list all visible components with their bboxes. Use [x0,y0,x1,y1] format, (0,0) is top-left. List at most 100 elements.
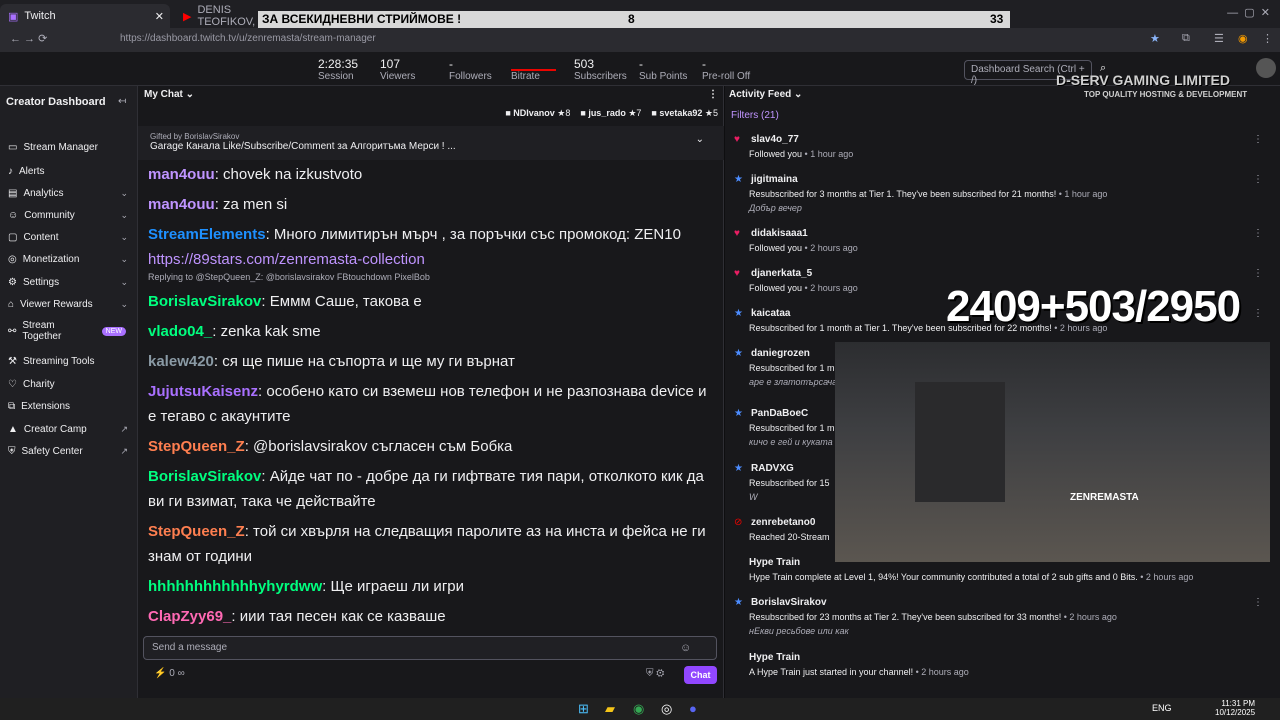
more-icon[interactable]: ⋮ [708,89,718,100]
activity-desc-text: Resubscribed for 1 m [749,363,835,373]
windows-start-icon[interactable]: ⊞ [578,701,589,717]
sidebar-item-extensions[interactable]: ⧉ Extensions [8,397,132,415]
sidebar-item-community[interactable]: ☺ Community ⌄ [8,206,132,224]
badge-icon: ⊘ [734,517,743,528]
settings-icon[interactable]: ⛨ ⚙ [646,668,664,679]
sidebar-item-stream-together[interactable]: ⚯ Stream Together NEW [8,318,132,344]
window-controls[interactable]: — ▢ ✕ [1227,6,1270,19]
sidebar-item-stream-manager[interactable]: ▭ Stream Manager [8,138,132,156]
sidepanel-icon[interactable]: ☰ [1214,32,1224,45]
chat-link[interactable]: https://89stars.com/zenremasta-collectio… [148,251,425,268]
close-icon[interactable]: ✕ [155,10,164,23]
chat-message: man4ouu: chovek na izkustvoto [148,162,718,187]
chat-text: Много лимитирън мърч , за поръчки със пр… [273,226,681,243]
activity-item[interactable]: ♥ slav4o_77 Followed you • 1 hour ago ⋮ [734,134,1263,159]
heart-icon: ♥ [734,268,740,279]
chat-username[interactable]: StreamElements [148,226,266,243]
pinned-user[interactable]: ■ NDIvanov ★8 [505,108,570,122]
sidebar-item-safety-center[interactable]: ⛨ Safety Center ↗ [8,442,132,460]
coin-icon: ◎ [8,253,17,265]
chat-username[interactable]: BorislavSirakov [148,293,261,310]
chat-username[interactable]: hhhhhhhhhhhhyhyrdww [148,578,322,595]
activity-title[interactable]: Activity Feed ⌄ [729,89,802,100]
activity-item[interactable]: ★ BorislavSirakov Resubscribed for 23 mont… [734,597,1263,636]
chart-icon: ▤ [8,187,18,199]
activity-time: 2 hours ago [810,283,858,293]
separator: : [213,353,223,370]
nav-arrows-icon[interactable]: ← → ⟳ [10,32,47,45]
sidebar-item-viewer-rewards[interactable]: ⌂ Viewer Rewards ⌄ [8,295,132,313]
extensions-icon[interactable]: ⧉ [1182,32,1190,45]
clock[interactable]: 11:31 PM 10/12/2025 [1215,699,1255,717]
file-explorer-icon[interactable]: ▰ [605,701,615,717]
charity-icon: ♡ [8,378,17,390]
url-text[interactable]: https://dashboard.twitch.tv/u/zenremasta… [120,33,376,44]
chat-username[interactable]: StepQueen_Z [148,438,245,455]
activity-item[interactable]: ♥ didakisaaa1 Followed you • 2 hours ago ⋮ [734,228,1263,253]
pinned-user[interactable]: ■ jus_rado ★7 [580,108,641,122]
activity-name[interactable]: jigitmaina [751,174,1255,185]
star-icon[interactable]: ★ [1150,32,1160,45]
chevron-down-icon[interactable]: ⌄ [696,134,704,145]
chat-username[interactable]: StepQueen_Z [148,523,245,540]
sidebar-item-settings[interactable]: ⚙ Settings ⌄ [8,273,132,291]
more-icon[interactable]: ⋮ [1253,134,1263,145]
tab-denis[interactable]: ▶ DENIS TEOFIKOV, [175,4,255,28]
chat-username[interactable]: kalew420 [148,353,214,370]
people-icon: ☺ [8,209,19,221]
sidebar-item-alerts[interactable]: ♪ Alerts [8,162,132,180]
activity-desc-text: Resubscribed for 3 months at Tier 1. The… [749,189,1057,199]
chat-text: Ще играеш ли игри [330,578,465,595]
obs-icon[interactable]: ◎ [661,701,672,717]
chat-username[interactable]: vlado04_ [148,323,212,340]
avatar[interactable] [1256,58,1276,78]
sidebar-item-creator-camp[interactable]: ▲ Creator Camp ↗ [8,420,132,438]
activity-name[interactable]: slav4o_77 [751,134,1255,145]
chat-username[interactable]: ClapZyy69_ [148,608,231,625]
language-indicator[interactable]: ENG [1152,703,1172,713]
activity-description: Hype Train complete at Level 1, 94%! You… [749,572,1255,582]
discord-icon[interactable]: ● [689,701,697,716]
chat-username[interactable]: man4ouu [148,166,215,183]
message-input[interactable]: Send a message [143,636,717,660]
sidebar-item-monetization[interactable]: ◎ Monetization ⌄ [8,250,132,268]
tab-twitch[interactable]: ▣ Twitch ✕ [0,4,170,28]
points-row[interactable]: ⚡ 0 ∞ [154,668,185,679]
more-icon[interactable]: ⋮ [1253,174,1263,185]
chat-username[interactable]: BorislavSirakov [148,468,261,485]
stat-preroll: - Pre-roll Off [702,57,751,82]
pinned-message[interactable]: Gifted by BorislavSirakov Garage Канала … [138,126,724,160]
activity-name[interactable]: didakisaaa1 [751,228,1255,239]
more-icon[interactable]: ⋮ [1253,268,1263,279]
chat-username[interactable]: man4ouu [148,196,215,213]
more-icon[interactable]: ⋮ [1253,228,1263,239]
pinned-text: Garage Канала Like/Subscribe/Comment за … [150,141,456,152]
filters-button[interactable]: Filters (21) [731,110,779,121]
sidebar-item-streaming-tools[interactable]: ⚒ Streaming Tools [8,352,132,370]
activity-item[interactable]: Hype Train A Hype Train just started in y… [735,652,1255,677]
collapse-icon[interactable]: ↤ [118,96,126,107]
chat-username[interactable]: JujutsuKaisenz [148,383,258,400]
chat-message: man4ouu: za men si [148,192,718,217]
activity-time: 2 hours ago [1145,572,1194,582]
sidebar-item-charity[interactable]: ♡ Charity [8,375,132,393]
activity-name[interactable]: BorislavSirakov [751,597,1255,608]
menu-icon[interactable]: ⋮ [1262,32,1273,45]
activity-name[interactable]: djanerkata_5 [751,268,1255,279]
address-bar[interactable]: ← → ⟳ https://dashboard.twitch.tv/u/zenr… [0,28,1280,52]
more-icon[interactable]: ⋮ [1253,308,1263,319]
activity-desc-text: A Hype Train just started in your channe… [749,667,914,677]
pinned-user[interactable]: ■ svetaka92 ★5 [651,108,718,122]
profile-icon[interactable]: ◉ [1238,32,1248,45]
more-icon[interactable]: ⋮ [1253,597,1263,608]
activity-time: 1 hour ago [1064,189,1108,199]
chrome-icon[interactable]: ◉ [633,701,644,717]
activity-name[interactable]: Hype Train [749,652,1255,663]
activity-description: A Hype Train just started in your channe… [749,667,1255,677]
sidebar-item-content[interactable]: ▢ Content ⌄ [8,228,132,246]
pinned-users-row: ■ NDIvanov ★8 ■ jus_rado ★7 ■ svetaka92 … [138,104,724,126]
emote-icon[interactable]: ☺ [680,642,691,654]
sidebar-item-analytics[interactable]: ▤ Analytics ⌄ [8,184,132,202]
activity-item[interactable]: ★ jigitmaina Resubscribed for 3 months at … [734,174,1263,213]
chat-send-button[interactable]: Chat [684,666,717,684]
